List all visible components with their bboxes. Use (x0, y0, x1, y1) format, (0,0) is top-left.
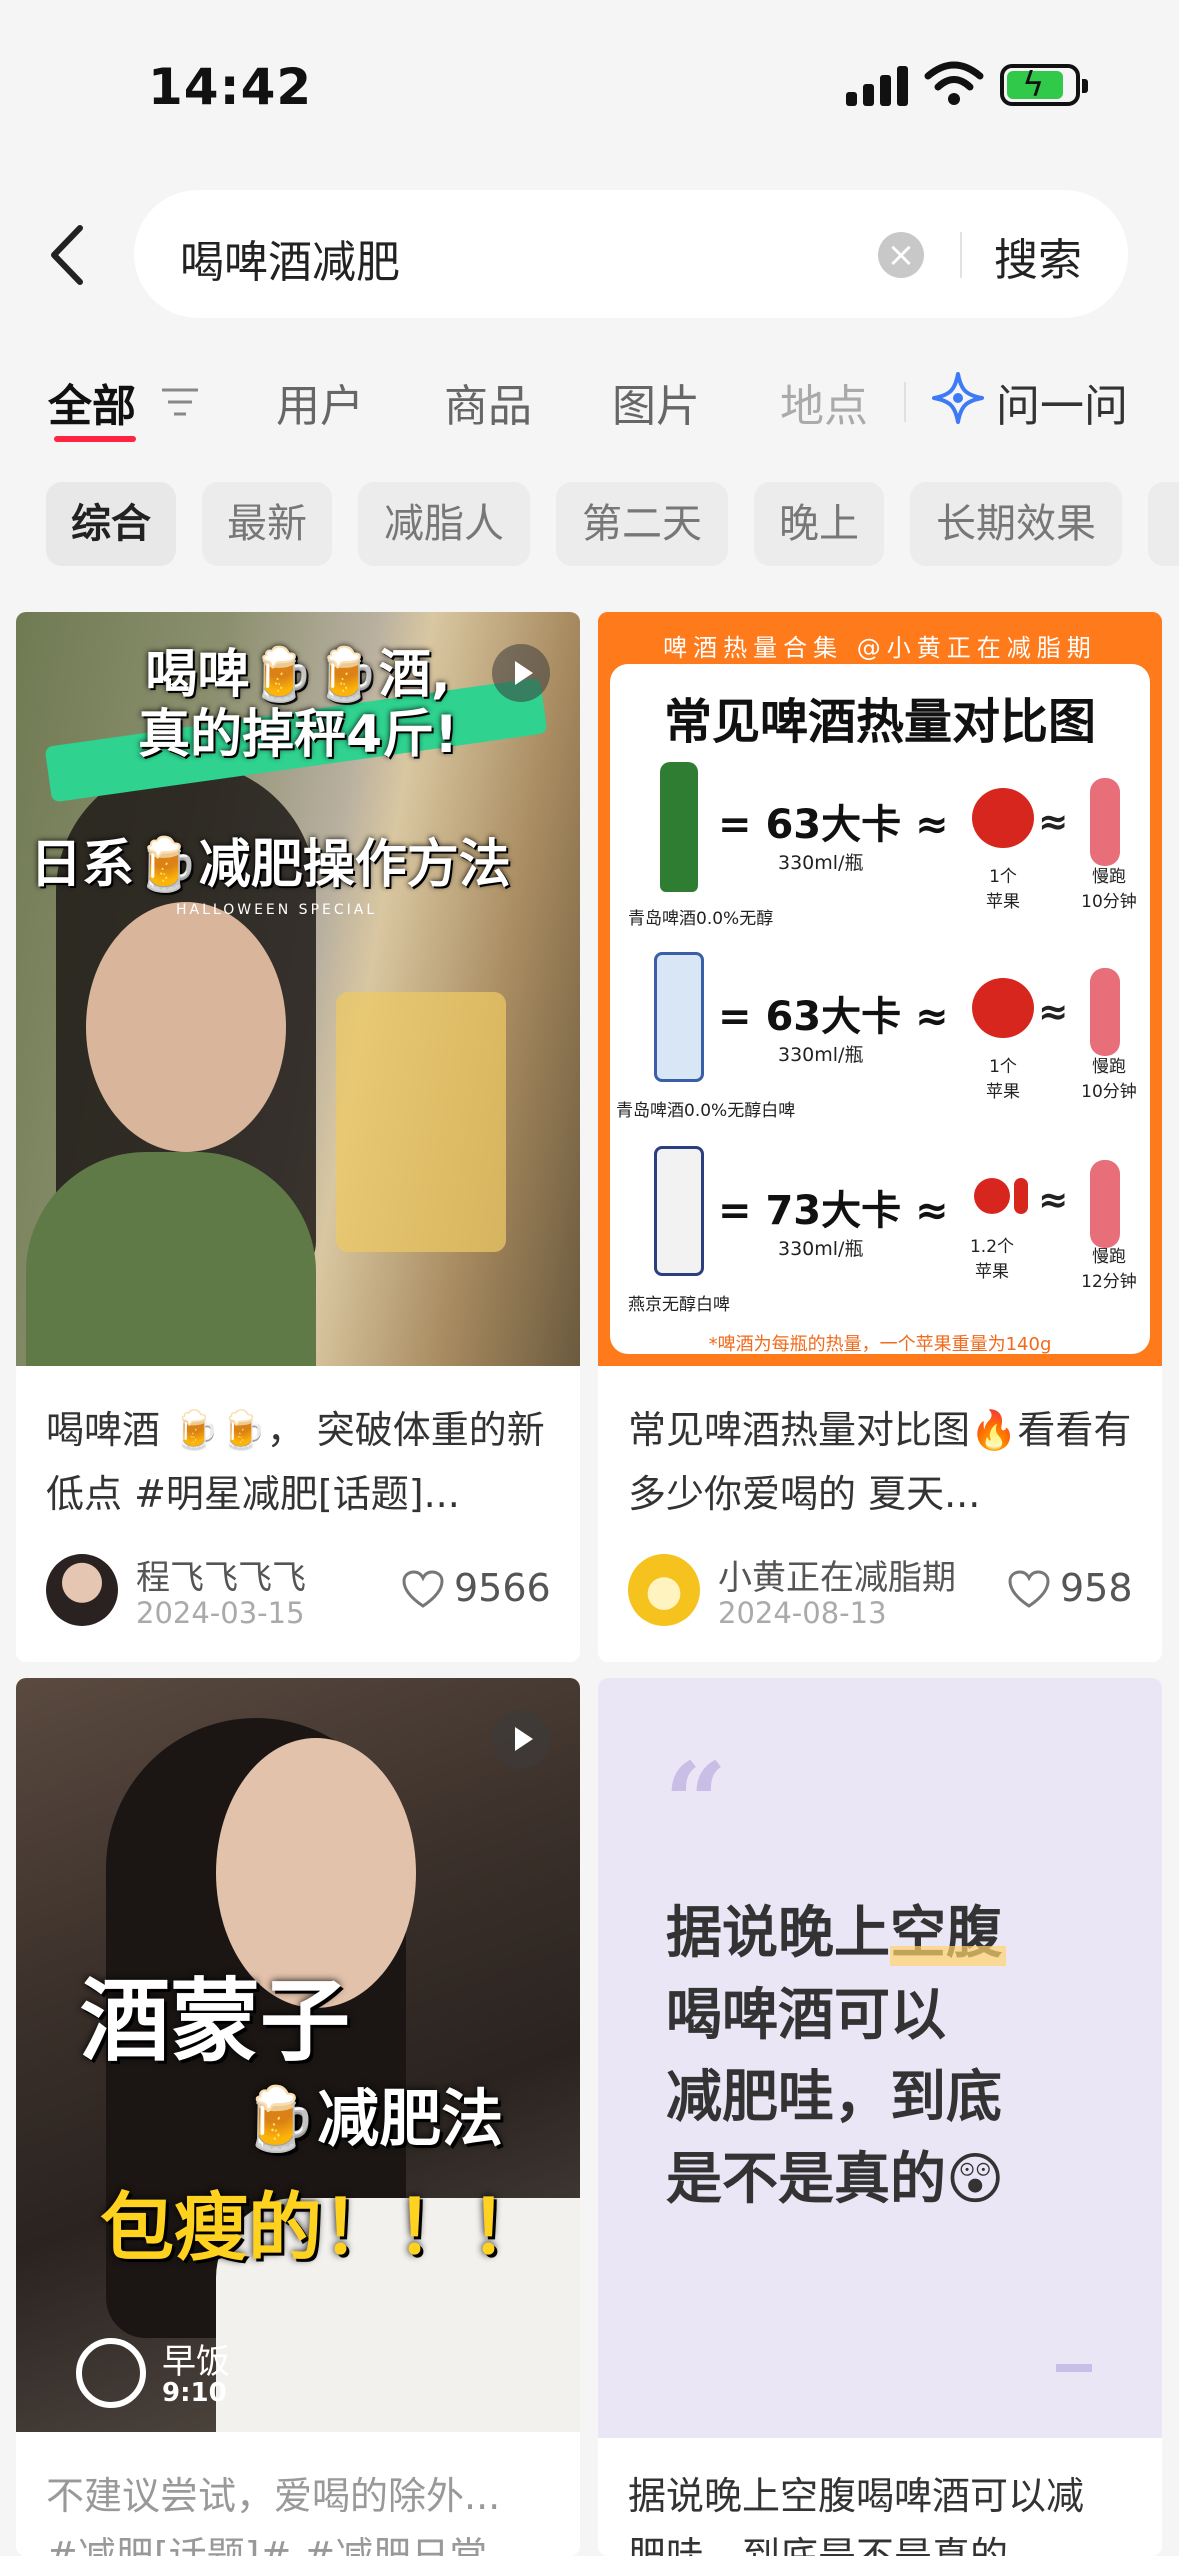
cover-title-line2: 🍺减肥法 (240, 2082, 504, 2155)
cover-title-line3: 日系🍺减肥操作方法 (30, 835, 511, 895)
quote-line-2: 喝啤酒可以 (666, 1983, 946, 2048)
beer-name: 青岛啤酒0.0%无醇白啤 (616, 1101, 796, 1121)
note-caption-2: #减肥[话题]# #减肥日常... (46, 2534, 524, 2556)
filter-icon[interactable] (160, 384, 200, 420)
calorie-row-1: = 63大卡 ≈ (718, 802, 949, 848)
heart-icon[interactable] (1008, 1570, 1050, 1610)
cover-title-line1: 酒蒙子 (80, 1969, 350, 2074)
filter-chips: 综合 最新 减脂人 第二天 晚上 长期效果 (0, 482, 1179, 570)
note-caption: 喝啤酒 🍺🍺， 突破体重的新低点 #明星减肥[话题]... (46, 1408, 545, 1516)
tab-all[interactable]: 全部 (48, 370, 136, 434)
status-time: 14:42 (148, 58, 313, 116)
chip-evening[interactable]: 晚上 (754, 482, 884, 566)
apple-icon (972, 788, 1034, 848)
run-label: 慢跑 12分钟 (1081, 1247, 1137, 1292)
cover-title-line2: 真的掉秤4斤! (138, 705, 458, 765)
note-caption: 不建议尝试，爱喝的除外... (46, 2474, 501, 2518)
infographic-note: *啤酒为每瓶的热量，一个苹果重量为140g (708, 1334, 1052, 1355)
avatar[interactable] (628, 1554, 700, 1626)
note-card[interactable]: 啤酒热量合集 @小黄正在减脂期 常见啤酒热量对比图 = 63大卡 ≈ 330ml… (598, 612, 1162, 1662)
calorie-row-3: = 73大卡 ≈ (718, 1188, 949, 1234)
calorie-row-2: = 63大卡 ≈ (718, 994, 949, 1040)
beer-name: 燕京无醇白啤 (628, 1295, 730, 1315)
back-arrow-icon[interactable] (40, 220, 100, 290)
quote-line-4: 是不是真的😲 (666, 2147, 1005, 2212)
avatar[interactable] (46, 1554, 118, 1626)
note-cover-image: 喝啤🍺🍺酒, 真的掉秤4斤! 日系🍺减肥操作方法 HALLOWEEN SPECI… (16, 612, 580, 1366)
time-value: 9:10 (162, 2378, 227, 2408)
chip-fat-loss[interactable]: 减脂人 (358, 482, 530, 566)
apple-label: 1.2个 苹果 (969, 1237, 1015, 1282)
like-count: 9566 (454, 1566, 551, 1610)
search-divider (960, 232, 962, 278)
chip-comprehensive[interactable]: 综合 (46, 482, 176, 566)
tab-ask[interactable]: 问一问 (996, 370, 1128, 434)
note-cover-image: “ 据说晚上空腹 喝啤酒可以 减肥哇，到底 是不是真的😲 (598, 1678, 1162, 2438)
note-cover-image: 啤酒热量合集 @小黄正在减脂期 常见啤酒热量对比图 = 63大卡 ≈ 330ml… (598, 612, 1162, 1366)
tabs-divider (904, 382, 906, 422)
apple-icon (974, 1178, 1010, 1214)
tab-places[interactable]: 地点 (780, 370, 868, 434)
video-play-icon (492, 644, 550, 702)
quote-highlight (890, 1946, 1006, 1966)
cellular-signal-icon (846, 64, 908, 106)
wifi-icon (924, 61, 984, 105)
runner-icon (1090, 968, 1120, 1056)
runner-icon (1090, 1160, 1120, 1248)
chip-long-term[interactable]: 长期效果 (910, 482, 1122, 566)
battery-icon: ϟ (1000, 64, 1088, 106)
note-cover-image: 酒蒙子 🍺减肥法 包瘦的！！！ 早饭 9:10 (16, 1678, 580, 2432)
cover-small-text: HALLOWEEN SPECIAL (176, 902, 378, 918)
time-label: 早饭 (162, 2342, 230, 2382)
clock-icon (76, 2338, 146, 2408)
status-bar: 14:42 ϟ (0, 0, 1179, 170)
active-tab-indicator (54, 436, 136, 442)
chip-next-day[interactable]: 第二天 (556, 482, 728, 566)
author-name[interactable]: 程飞飞飞飞 (136, 1550, 306, 1599)
volume-label: 330ml/瓶 (778, 1044, 864, 1066)
note-caption-2: 肥哇，到底是不是真的 (628, 2534, 1009, 2556)
quote-mark-icon: “ (664, 1738, 728, 1867)
note-caption: 据说晚上空腹喝啤酒可以减 (628, 2474, 1085, 2518)
volume-label: 330ml/瓶 (778, 1238, 864, 1260)
like-count: 958 (1060, 1566, 1133, 1610)
apple-label: 1个 苹果 (986, 1057, 1020, 1102)
tab-users[interactable]: 用户 (276, 370, 364, 434)
run-label: 慢跑 10分钟 (1081, 1057, 1137, 1102)
search-bar[interactable]: 喝啤酒减肥 × 搜索 (134, 190, 1128, 318)
search-button[interactable]: 搜索 (994, 224, 1082, 288)
result-tabs: 全部 用户 商品 图片 地点 问一问 (0, 360, 1179, 460)
chip-latest[interactable]: 最新 (202, 482, 332, 566)
quote-dash (1056, 2364, 1092, 2372)
runner-icon (1090, 778, 1120, 866)
apple-label: 1个 苹果 (986, 867, 1020, 912)
note-card[interactable]: 酒蒙子 🍺减肥法 包瘦的！！！ 早饭 9:10 不建议尝试，爱喝的除外... #… (16, 1678, 580, 2556)
search-input[interactable]: 喝啤酒减肥 (180, 226, 400, 290)
video-play-icon (492, 1710, 550, 1768)
ask-sparkle-icon[interactable] (930, 370, 986, 426)
clear-search-icon[interactable]: × (878, 232, 924, 278)
note-card[interactable]: 喝啤🍺🍺酒, 真的掉秤4斤! 日系🍺减肥操作方法 HALLOWEEN SPECI… (16, 612, 580, 1662)
note-card[interactable]: “ 据说晚上空腹 喝啤酒可以 减肥哇，到底 是不是真的😲 据说晚上空腹喝啤酒可以… (598, 1678, 1162, 2556)
run-label: 慢跑 10分钟 (1081, 867, 1137, 912)
cover-title-line3: 包瘦的！！！ (100, 2185, 544, 2271)
post-date: 2024-03-15 (136, 1596, 305, 1630)
post-date: 2024-08-13 (718, 1596, 887, 1630)
note-caption: 常见啤酒热量对比图🔥看看有多少你爱喝的 夏天... (628, 1408, 1132, 1516)
infographic-title: 常见啤酒热量对比图 (663, 694, 1096, 750)
chip-more[interactable] (1148, 482, 1179, 566)
tab-products[interactable]: 商品 (444, 370, 532, 434)
beer-name: 青岛啤酒0.0%无醇 (628, 909, 774, 929)
heart-icon[interactable] (402, 1570, 444, 1610)
author-name[interactable]: 小黄正在减脂期 (718, 1550, 956, 1599)
apple-icon (972, 978, 1034, 1038)
tab-images[interactable]: 图片 (612, 370, 700, 434)
volume-label: 330ml/瓶 (778, 852, 864, 874)
quote-line-3: 减肥哇，到底 (666, 2065, 1002, 2130)
